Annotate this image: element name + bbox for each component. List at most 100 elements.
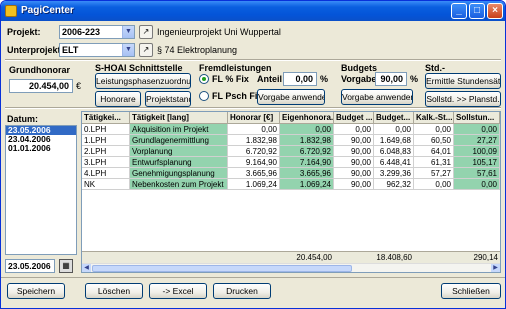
- unterprojekt-select[interactable]: ELT ▼: [59, 43, 135, 57]
- table-cell: 1.LPH: [82, 135, 130, 146]
- grundhonorar-unit: €: [76, 81, 82, 91]
- fl-fix-label: FL % Fix: [212, 74, 249, 84]
- fl-fix-radio[interactable]: [199, 74, 209, 84]
- unterprojekt-label: Unterprojekt:: [7, 45, 64, 55]
- open-projekt-icon[interactable]: ↗: [139, 25, 153, 39]
- budgets-label: Budgets: [341, 63, 377, 73]
- unterprojekt-select-value: ELT: [62, 45, 79, 55]
- excel-button[interactable]: -> Excel: [149, 283, 207, 299]
- shoai-label: S-HOAI Schnittstelle: [95, 63, 183, 73]
- anteil-field[interactable]: 0,00: [283, 72, 317, 86]
- table-cell: NK: [82, 179, 130, 190]
- honorare-button[interactable]: Honorare: [95, 91, 141, 107]
- window-title: PagiCenter: [21, 5, 74, 16]
- projekt-select[interactable]: 2006-223 ▼: [59, 25, 135, 39]
- projektstand-button[interactable]: Projektstand: [145, 91, 191, 107]
- close-icon[interactable]: ×: [487, 3, 503, 19]
- table-cell: 0.LPH: [82, 124, 130, 135]
- divider: [5, 107, 501, 109]
- drucken-button[interactable]: Drucken: [213, 283, 271, 299]
- table-cell: 3.665,96: [280, 168, 334, 179]
- schliessen-button[interactable]: Schließen: [441, 283, 501, 299]
- column-header[interactable]: Tätigkeit [lang]: [130, 112, 228, 124]
- calendar-icon[interactable]: ▦: [59, 259, 73, 273]
- sollstd-button[interactable]: Sollstd. >> Planstd.: [425, 91, 501, 107]
- divider: [1, 277, 505, 278]
- table-cell: 27,27: [454, 135, 500, 146]
- fremdleistungen-label: Fremdleistungen: [199, 63, 272, 73]
- projekt-label: Projekt:: [7, 27, 41, 37]
- table-cell: 60,50: [414, 135, 454, 146]
- table-cell: 6.048,83: [374, 146, 414, 157]
- grundhonorar-label: Grundhonorar: [9, 65, 70, 75]
- divider: [5, 59, 501, 61]
- table-cell: 0,00: [454, 179, 500, 190]
- unterprojekt-name: § 74 Elektroplanung: [157, 45, 238, 55]
- table-cell: 0,00: [454, 124, 500, 135]
- table-cell: 57,27: [414, 168, 454, 179]
- table-row[interactable]: 0.LPH Akquisition im Projekt 0,00 0,00 0…: [82, 124, 500, 135]
- fremd-apply-button[interactable]: Vorgabe anwenden: [257, 89, 325, 105]
- table-header: Tätigkei... Tätigkeit [lang] Honorar [€]…: [82, 112, 500, 124]
- date-field[interactable]: 23.05.2006: [5, 259, 55, 273]
- grundhonorar-field[interactable]: 20.454,00: [9, 79, 73, 93]
- table-row[interactable]: 4.LPH Genehmigungsplanung 3.665,96 3.665…: [82, 168, 500, 179]
- table-row[interactable]: 2.LPH Vorplanung 6.720,92 6.720,92 90,00…: [82, 146, 500, 157]
- fl-psch-radio[interactable]: [199, 91, 209, 101]
- table-cell: 1.832,98: [280, 135, 334, 146]
- table-cell: 6.720,92: [228, 146, 280, 157]
- chevron-down-icon[interactable]: ▼: [122, 44, 134, 56]
- table-cell: 6.448,41: [374, 157, 414, 168]
- table-cell: Akquisition im Projekt: [130, 124, 228, 135]
- table-cell: 3.299,36: [374, 168, 414, 179]
- table-cell: 0,00: [228, 124, 280, 135]
- column-header[interactable]: Kalk.-St...: [414, 112, 454, 124]
- table-cell: 105,17: [454, 157, 500, 168]
- vorgabe-unit: %: [410, 74, 419, 84]
- minimize-icon[interactable]: _: [451, 3, 467, 19]
- table-cell: 0,00: [334, 124, 374, 135]
- table-cell: 100,09: [454, 146, 500, 157]
- column-header[interactable]: Honorar [€]: [228, 112, 280, 124]
- chevron-down-icon[interactable]: ▼: [122, 26, 134, 38]
- table-cell: 1.069,24: [280, 179, 334, 190]
- column-header[interactable]: Budget ...: [334, 112, 374, 124]
- projekt-select-value: 2006-223: [62, 27, 101, 37]
- table-cell: Vorplanung: [130, 146, 228, 157]
- ermittle-button[interactable]: Ermittle Stundensätze ...: [425, 73, 501, 89]
- scrollbar-thumb[interactable]: [92, 265, 352, 272]
- leistungsphasen-button[interactable]: Leistungsphasenzuordnung ...: [95, 73, 191, 89]
- table-cell: Entwurfsplanung: [130, 157, 228, 168]
- maximize-icon[interactable]: □: [469, 3, 485, 19]
- scroll-left-icon[interactable]: ◀: [82, 264, 91, 272]
- scroll-right-icon[interactable]: ▶: [491, 264, 500, 272]
- date-list[interactable]: 23.05.2006 23.04.2006 01.01.2006: [5, 125, 77, 255]
- horizontal-scrollbar[interactable]: ◀ ▶: [82, 263, 500, 272]
- loeschen-button[interactable]: Löschen: [85, 283, 143, 299]
- vorgabe-field[interactable]: 90,00: [375, 72, 407, 86]
- table-row[interactable]: NK Nebenkosten zum Projekt 1.069,24 1.06…: [82, 179, 500, 190]
- table-cell: Nebenkosten zum Projekt: [130, 179, 228, 190]
- fl-psch-label: FL Psch Fix: [212, 91, 263, 101]
- data-table[interactable]: Tätigkei... Tätigkeit [lang] Honorar [€]…: [81, 111, 501, 273]
- column-header[interactable]: Sollstun...: [454, 112, 500, 124]
- table-cell: 3.665,96: [228, 168, 280, 179]
- speichern-button[interactable]: Speichern: [7, 283, 65, 299]
- anteil-unit: %: [320, 74, 329, 84]
- table-cell: 6.720,92: [280, 146, 334, 157]
- list-item[interactable]: 01.01.2006: [6, 144, 76, 153]
- open-unterprojekt-icon[interactable]: ↗: [139, 43, 153, 57]
- anteil-label: Anteil: [257, 74, 283, 84]
- column-header[interactable]: Budget...: [374, 112, 414, 124]
- column-header[interactable]: Tätigkei...: [82, 112, 130, 124]
- column-header[interactable]: Eigenhonora...: [280, 112, 334, 124]
- table-cell: 90,00: [334, 179, 374, 190]
- table-cell: 0,00: [414, 124, 454, 135]
- table-cell: 4.LPH: [82, 168, 130, 179]
- table-row[interactable]: 3.LPH Entwurfsplanung 9.164,90 7.164,90 …: [82, 157, 500, 168]
- vorgabe-label: Vorgabe: [341, 74, 377, 84]
- table-row[interactable]: 1.LPH Grundlagenermittlung 1.832,98 1.83…: [82, 135, 500, 146]
- table-cell: 0,00: [374, 124, 414, 135]
- budget-apply-button[interactable]: Vorgabe anwenden: [341, 89, 413, 105]
- table-cell: 90,00: [334, 168, 374, 179]
